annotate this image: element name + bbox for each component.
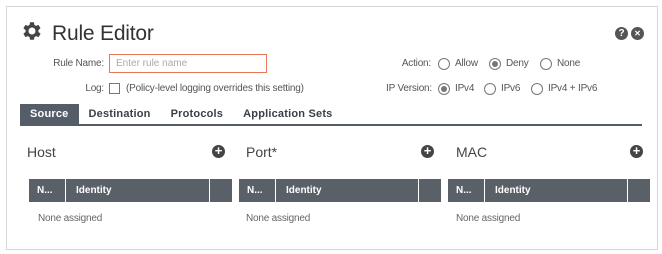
add-mac-icon[interactable]: + [630, 144, 643, 158]
log-checkbox[interactable] [109, 83, 120, 94]
port-col-extra-header [419, 179, 441, 202]
dialog-title: Rule Editor [52, 21, 154, 45]
add-host-icon[interactable]: + [212, 144, 225, 158]
help-icon[interactable]: ? [615, 27, 628, 40]
ip-version-radio-ipv4-ipv6[interactable] [531, 83, 543, 95]
tab-destination[interactable]: Destination [79, 104, 161, 124]
tab-source[interactable]: Source [20, 104, 79, 124]
ip-version-radio-ipv4[interactable] [438, 83, 450, 95]
host-column-title: Host [27, 144, 56, 160]
log-note: (Policy-level logging overrides this set… [126, 83, 304, 94]
port-col-identity-header[interactable]: Identity [276, 179, 419, 202]
host-table-header: N... Identity [29, 179, 232, 202]
port-table-header: N... Identity [239, 179, 441, 202]
tab-bar: Source Destination Protocols Application… [20, 104, 642, 126]
host-empty-text: None assigned [38, 213, 103, 224]
action-option-allow: Allow [455, 58, 478, 69]
action-option-deny: Deny [506, 58, 529, 69]
mac-col-extra-header [628, 179, 650, 202]
port-column-title: Port* [246, 144, 278, 160]
port-col-name-header[interactable]: N... [239, 179, 276, 202]
tab-protocols[interactable]: Protocols [161, 104, 234, 124]
mac-column-title: MAC [456, 144, 488, 160]
header-icons: ? ✕ [615, 27, 644, 40]
log-label: Log: [85, 83, 104, 94]
mac-col-identity-header[interactable]: Identity [485, 179, 628, 202]
mac-table-header: N... Identity [448, 179, 650, 202]
action-label: Action: [401, 58, 431, 69]
ip-version-option-ipv6: IPv6 [501, 83, 521, 94]
ip-version-radio-ipv6[interactable] [484, 83, 496, 95]
rule-name-input[interactable] [109, 54, 267, 73]
host-col-name-header[interactable]: N... [29, 179, 66, 202]
gear-icon [20, 19, 44, 48]
action-option-none: None [557, 58, 581, 69]
ip-version-label: IP Version: [386, 83, 432, 94]
rule-name-label: Rule Name: [53, 58, 104, 69]
dialog-header: Rule Editor [20, 19, 154, 48]
ip-version-option-ipv4: IPv4 [455, 83, 475, 94]
ip-version-option-ipv4-ipv6: IPv4 + IPv6 [548, 83, 598, 94]
tab-application-sets[interactable]: Application Sets [233, 104, 342, 124]
close-icon[interactable]: ✕ [631, 27, 644, 40]
host-col-extra-header [210, 179, 232, 202]
add-port-icon[interactable]: + [421, 144, 434, 158]
action-radio-allow[interactable] [438, 58, 450, 70]
action-radio-none[interactable] [540, 58, 552, 70]
action-radio-deny[interactable] [489, 58, 501, 70]
port-empty-text: None assigned [246, 213, 311, 224]
mac-empty-text: None assigned [456, 213, 521, 224]
mac-col-name-header[interactable]: N... [448, 179, 485, 202]
host-col-identity-header[interactable]: Identity [66, 179, 210, 202]
